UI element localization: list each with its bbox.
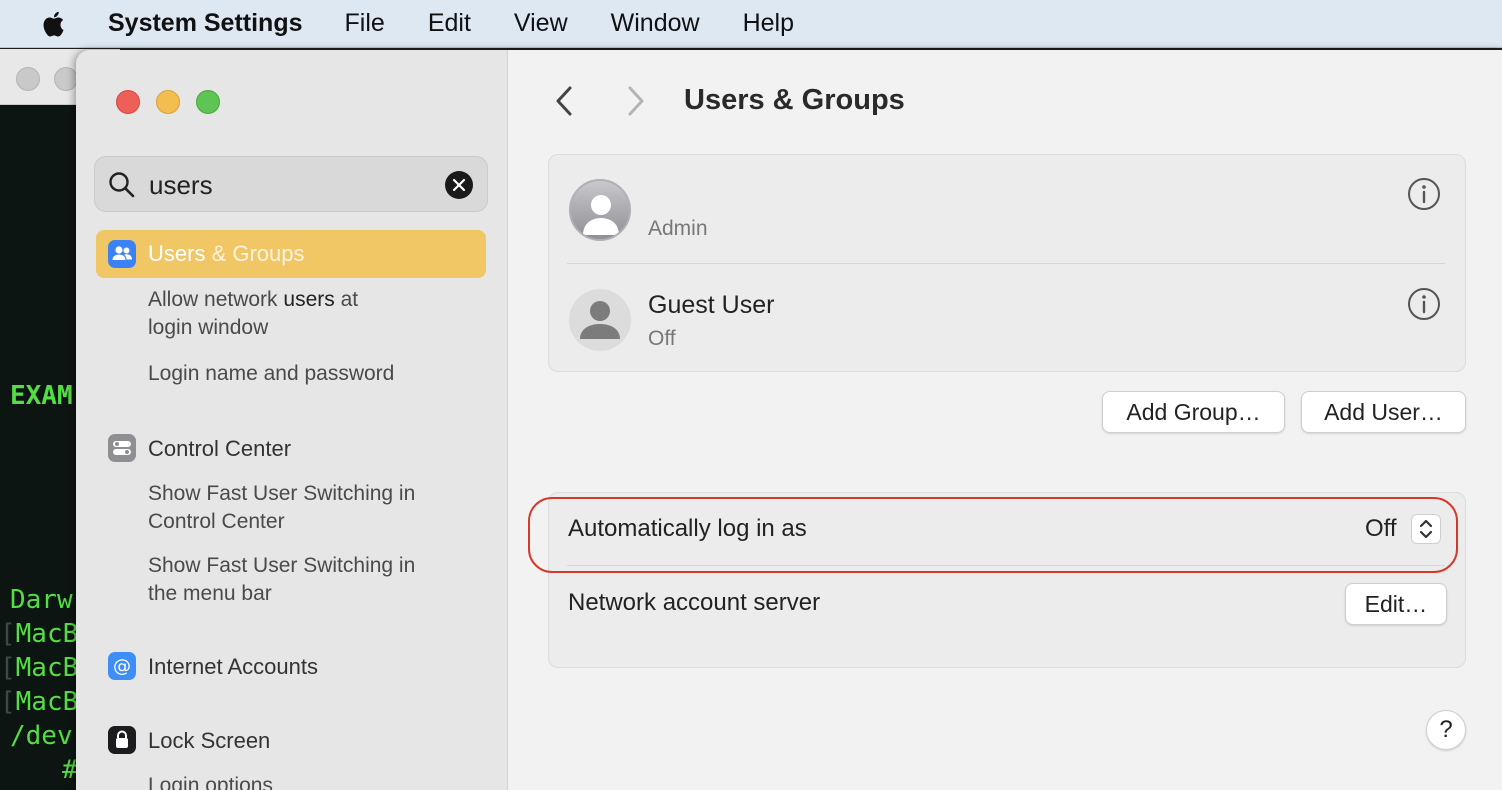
sidebar: users Users & Groups Allow network users… xyxy=(76,50,508,790)
apple-menu-icon[interactable] xyxy=(40,9,70,39)
menu-app-name[interactable]: System Settings xyxy=(108,9,303,38)
sidebar-subitem-login-options[interactable]: Login options xyxy=(148,772,273,790)
user-silhouette-icon xyxy=(583,195,619,235)
divider xyxy=(567,263,1445,264)
back-chevron-icon[interactable] xyxy=(550,84,580,118)
add-group-button[interactable]: Add Group… xyxy=(1102,391,1285,433)
sidebar-item-lock-screen[interactable]: Lock Screen xyxy=(148,728,270,754)
sidebar-subitem-fast-user-switching-menubar[interactable]: Show Fast User Switching in the menu bar xyxy=(148,552,415,608)
terminal-line: [MacB xyxy=(0,653,79,683)
clear-search-button[interactable] xyxy=(445,171,473,199)
user-silhouette-icon xyxy=(580,301,620,339)
info-icon[interactable] xyxy=(1407,177,1441,211)
terminal-line: [MacB xyxy=(0,687,79,717)
sidebar-subitem-allow-network-users[interactable]: Allow network users at login window xyxy=(148,286,358,342)
menu-file[interactable]: File xyxy=(345,9,385,38)
search-input[interactable]: users xyxy=(149,170,213,201)
menu-bar: System Settings File Edit View Window He… xyxy=(0,0,1502,48)
terminal-line: Darw xyxy=(10,585,73,615)
guest-user-status: Off xyxy=(648,327,676,350)
minimize-window-button[interactable] xyxy=(156,90,180,114)
menu-help[interactable]: Help xyxy=(743,9,794,38)
menu-edit[interactable]: Edit xyxy=(428,9,471,38)
network-account-server-label: Network account server xyxy=(568,589,821,616)
lock-icon xyxy=(108,726,136,754)
sidebar-item-users-groups[interactable]: Users & Groups xyxy=(96,230,486,278)
zoom-window-button[interactable] xyxy=(196,90,220,114)
edit-network-server-button[interactable]: Edit… xyxy=(1345,583,1447,625)
sidebar-subitem-login-name[interactable]: Login name and password xyxy=(148,360,394,388)
terminal-min-dot[interactable] xyxy=(54,67,78,91)
svg-text:@: @ xyxy=(113,656,131,677)
control-center-icon xyxy=(108,434,136,462)
guest-user-name: Guest User xyxy=(648,291,775,319)
info-icon[interactable] xyxy=(1407,287,1441,321)
sidebar-item-internet-accounts[interactable]: Internet Accounts xyxy=(148,654,318,680)
sidebar-subitem-fast-user-switching-cc[interactable]: Show Fast User Switching in Control Cente… xyxy=(148,480,415,536)
close-window-button[interactable] xyxy=(116,90,140,114)
terminal-line: [MacB xyxy=(0,619,79,649)
menu-window[interactable]: Window xyxy=(611,9,700,38)
guest-avatar[interactable] xyxy=(569,289,631,351)
users-list-card: Admin Guest User Off xyxy=(548,154,1466,372)
help-button[interactable]: ? xyxy=(1426,710,1466,750)
sidebar-item-control-center[interactable]: Control Center xyxy=(148,436,291,462)
add-user-button[interactable]: Add User… xyxy=(1301,391,1466,433)
admin-user-role: Admin xyxy=(648,217,708,240)
admin-avatar[interactable] xyxy=(569,179,631,241)
sidebar-item-label: Users & Groups xyxy=(148,241,305,266)
terminal-line: /dev xyxy=(10,721,73,751)
at-sign-icon: @ xyxy=(108,652,136,680)
menu-view[interactable]: View xyxy=(514,9,568,38)
highlight-annotation-ring xyxy=(528,497,1458,573)
search-field[interactable]: users xyxy=(94,156,488,212)
terminal-line: EXAM xyxy=(10,381,73,411)
terminal-close-dot[interactable] xyxy=(16,67,40,91)
search-icon xyxy=(109,172,135,198)
system-settings-window: users Users & Groups Allow network users… xyxy=(76,50,1502,790)
page-title: Users & Groups xyxy=(684,84,905,116)
close-icon xyxy=(452,178,466,192)
forward-chevron-icon[interactable] xyxy=(620,84,650,118)
users-groups-icon xyxy=(108,240,136,268)
